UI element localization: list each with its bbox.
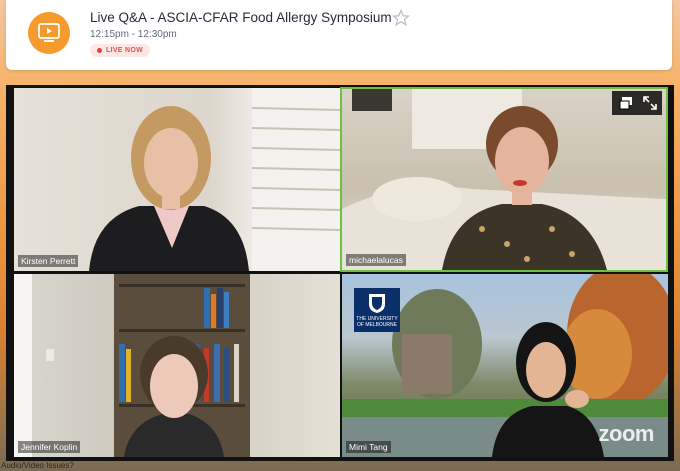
live-now-badge: LIVE NOW <box>90 44 151 57</box>
participant-video <box>342 89 666 270</box>
participant-video <box>14 274 250 457</box>
university-logo: THE UNIVERSITY OF MELBOURNE <box>354 288 400 332</box>
video-tile-mimi: THE UNIVERSITY OF MELBOURNE zoom Mimi Ta… <box>342 274 668 457</box>
video-tile-michaelalucas: michaelalucas <box>340 87 668 272</box>
tile-controls <box>612 91 662 115</box>
session-time: 12:15pm - 12:30pm <box>90 29 177 40</box>
participant-name-label: Mimi Tang <box>346 441 391 453</box>
participant-name-label: Jennifer Koplin <box>18 441 81 453</box>
zoom-watermark: zoom <box>598 421 655 446</box>
video-tile-jennifer: Jennifer Koplin <box>14 274 340 457</box>
audio-video-issues-link[interactable]: Audio/Video Issues? <box>1 461 74 470</box>
video-tile-kirsten: Kirsten Perrett <box>14 88 340 271</box>
session-title: Live Q&A - ASCIA-CFAR Food Allergy Sympo… <box>90 10 392 25</box>
participant-video <box>89 88 340 271</box>
participant-name-label: michaelalucas <box>346 254 406 266</box>
live-dot-icon <box>97 48 102 53</box>
video-play-icon <box>28 12 70 54</box>
participant-name-label: Kirsten Perrett <box>18 255 79 267</box>
live-badge-label: LIVE NOW <box>106 47 144 54</box>
picture-in-picture-icon[interactable] <box>618 95 634 111</box>
session-header: Live Q&A - ASCIA-CFAR Food Allergy Sympo… <box>6 0 672 70</box>
favorite-star-icon[interactable] <box>391 8 411 27</box>
university-logo-text: THE UNIVERSITY OF MELBOURNE <box>356 316 398 328</box>
fullscreen-icon[interactable] <box>642 95 658 111</box>
video-player[interactable]: Kirsten Perrett michaelalucas Jennifer K… <box>6 85 674 461</box>
